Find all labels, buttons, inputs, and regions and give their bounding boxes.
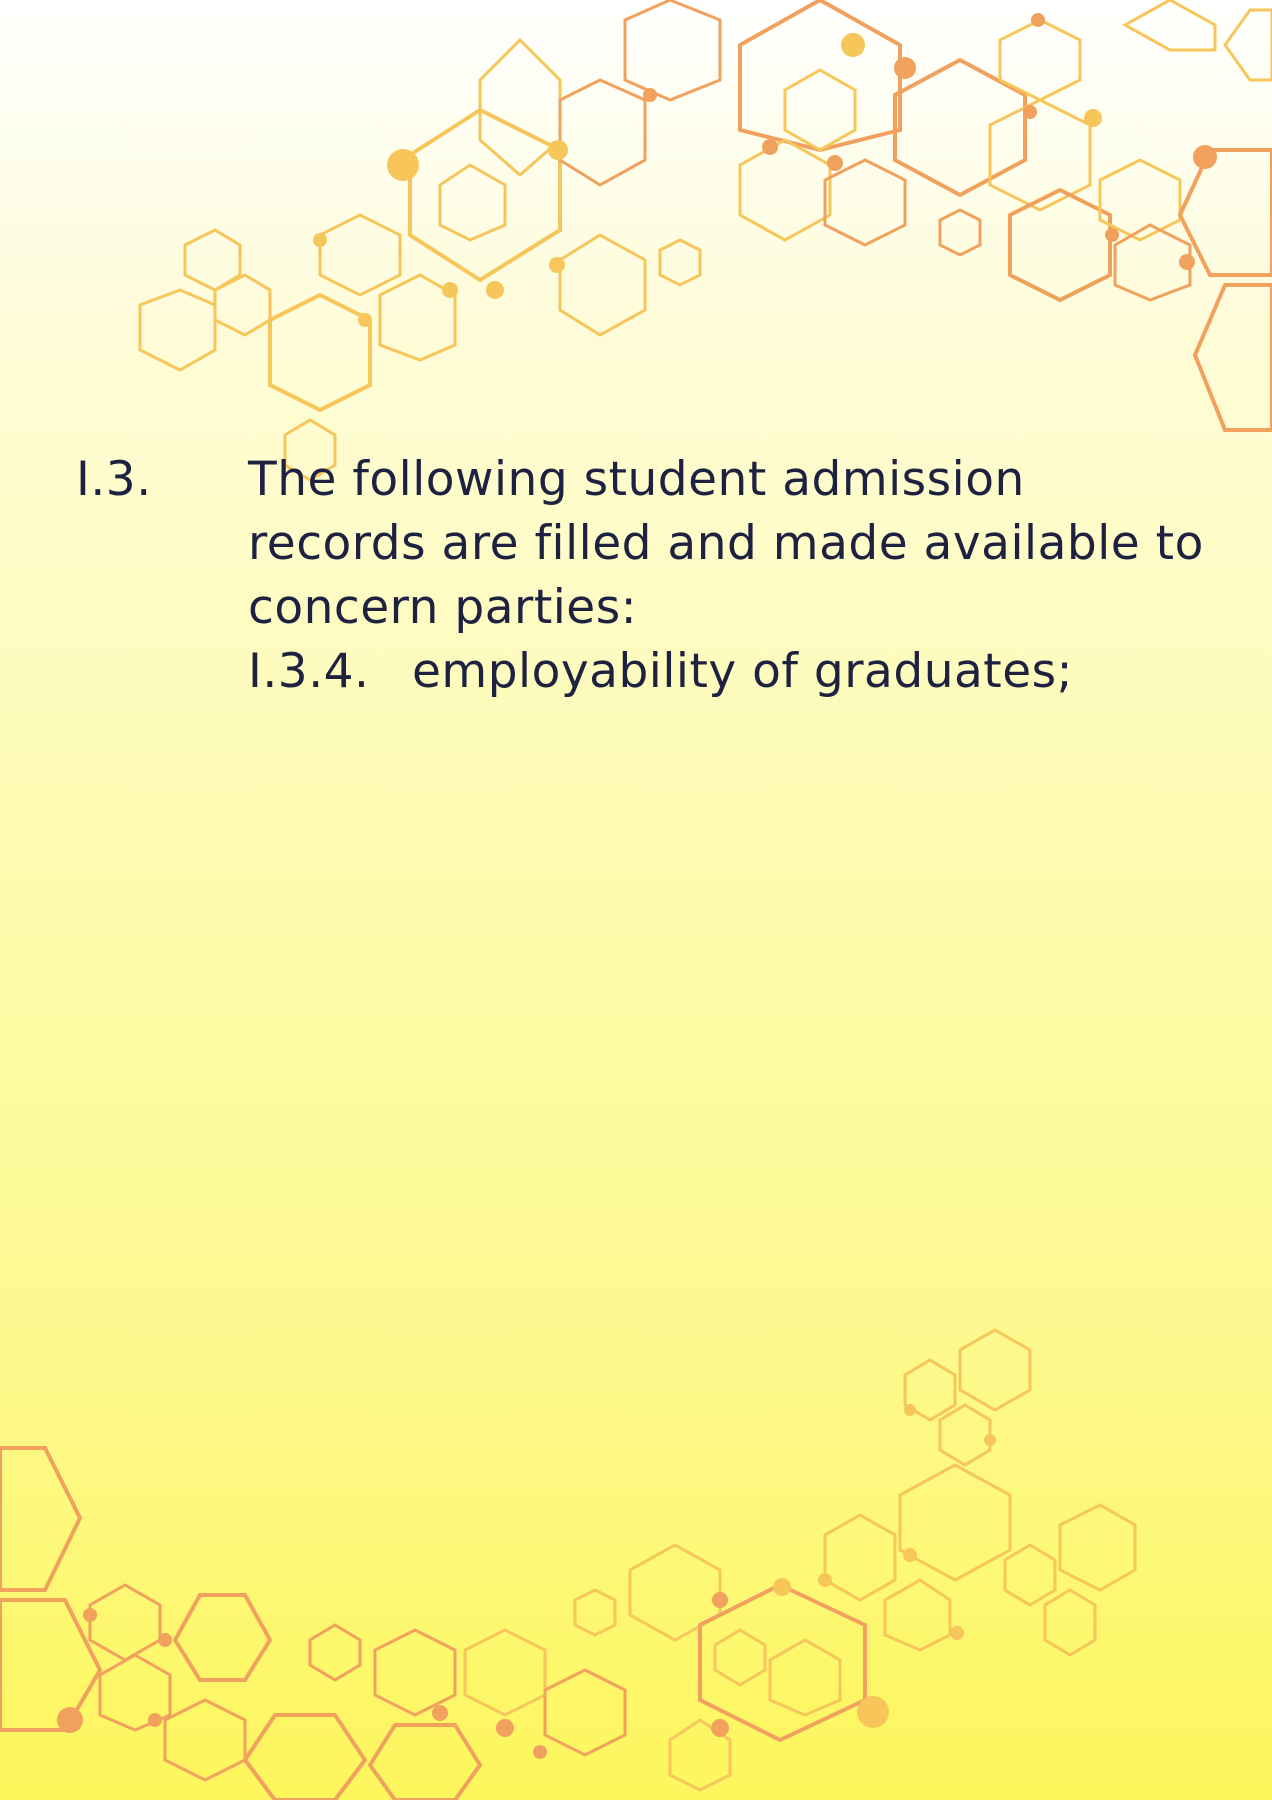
item-text-line: The following student admission	[248, 452, 1025, 507]
document-page: I.3. The following student admission rec…	[0, 0, 1272, 1800]
item-text: The following student admission records …	[248, 448, 1248, 640]
item-text-line: records are filled and made available to	[248, 516, 1204, 571]
subitem-number: I.3.4.	[248, 644, 370, 699]
subitem: I.3.4. employability of graduates;	[248, 640, 1248, 704]
item-text-line: concern parties:	[248, 580, 638, 635]
item-number: I.3.	[76, 452, 152, 507]
document-content: I.3. The following student admission rec…	[0, 0, 1272, 1800]
subitem-text: employability of graduates;	[412, 644, 1073, 699]
